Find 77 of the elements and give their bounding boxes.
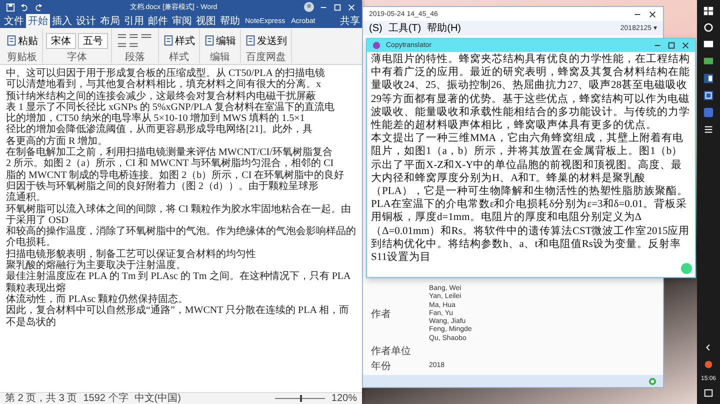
document-text-line: 归因于铁与环氧树脂之间的良好附着力（图 2（d））。由于颗粒呈球形 [6, 180, 320, 192]
zoom-slider-thumb[interactable] [300, 395, 302, 402]
menu-item[interactable]: 工具(T) [388, 21, 422, 35]
ribbon-tab[interactable]: 开始 [26, 14, 50, 28]
menu-item[interactable]: 帮助(H) [427, 21, 462, 35]
document-text-line: 各更高的方面 R 增加。 [6, 136, 108, 147]
word-count: 1592 个字 [83, 393, 128, 404]
font-dropdown[interactable]: 宋体 [46, 32, 76, 48]
ribbon-button[interactable]: 粘贴 [5, 34, 39, 48]
page-count: 第 2 页，共 3 页 [5, 393, 78, 404]
translation-paragraph: 本文提出了一种三维MMA，它由六角蜂窝组成，其壁上附着有电阻片，如图1（a，b）所示，并将其放置在金属背板上。图1（b）示出了平面X-Z和X-Y中的单位晶胞的前视图和顶视图。高度、最大内径和蜂窝厚度分别为H、A和T。蜂巢的材料是聚乳酸（PLA），它是一种可生物降解和生物活性的热塑性脂肪族聚酯。PLA在室温下的介电常数ε和介电损耗δ分别为ε=3和δ=0.01。背板采用铜板，厚度d=1mm。电阻片的厚度和电阻分别定义为Δ（Δ=0.01mm）和Rs。将软件中的遗传算法CST微波工作室2015应用到结构优化中。将结构参数h、a、t和电阻值Rs设为变量。反射率S11设置为目 [371, 132, 691, 264]
ribbon-group-label: 样式 [168, 52, 190, 63]
document-text-line: 径比的增加会降低渗流阈值，从而更容易形成导电网络[21]。此外，具 [6, 124, 314, 136]
app-icon [372, 41, 381, 50]
ribbon-button[interactable]: 发送到 [244, 34, 288, 48]
document-icon [204, 35, 215, 46]
document-text-line: 最佳注射温度应在 PLA 的 Tm 到 PLAsc 的 Tm 之间。在这种情况下，只有 PLA 颗粒表现出熔 [6, 271, 352, 294]
ribbon-group-label: 百度网盘 [245, 52, 287, 63]
document-app-icon[interactable] [703, 90, 714, 101]
document-text-line: 因此，复合材料中可以自然形成“通路”，MWCNT 只分散在连续的 PLA 相，而不是岛状的 [6, 305, 350, 328]
ribbon-group-label: 字体 [66, 52, 88, 63]
ribbon-tab[interactable]: 文件 [2, 14, 26, 28]
list-icon[interactable] [703, 124, 714, 135]
language-label: 中文(中国) [134, 393, 181, 404]
document-text-line: 可以清楚地看到，与其他复合材料相比，填充材料之间有很大的分离。x [6, 79, 322, 90]
ribbon-button[interactable]: 样式 [162, 34, 196, 48]
document-text-line: 在制备电解加工之前，利用扫描电镜测量来评估 MWCNT/CI/环氧树脂复合 [6, 147, 334, 158]
document-text-line: 预计纳米结构之间的连接会减少，这最终会对复合材料内电磁干扰屏蔽 [6, 90, 316, 102]
ribbon-group-label: 编辑 [209, 52, 231, 63]
app-icon[interactable] [703, 107, 714, 118]
document-text-line: 和较高的操作温度，消除了环氧树脂中的气泡。作为绝缘体的气泡会影响样品的介电损耗。 [6, 226, 356, 248]
maximize-icon[interactable] [667, 41, 676, 50]
font-dropdown[interactable]: 五号 [78, 32, 108, 48]
save-icon[interactable] [6, 2, 15, 12]
ribbon-tab[interactable]: 设计 [74, 14, 98, 28]
ribbon-tab[interactable]: 引用 [122, 14, 146, 28]
share-button[interactable]: 共享 [340, 14, 360, 28]
document-text-line: 体流动性，而 PLAsc 颗粒仍然保持固态。 [6, 294, 190, 305]
document-text-line: 2 所示。如图 2（a）所示，CI 和 MWCNT 与环氧树脂均匀混合，相邻的 CI [6, 158, 335, 170]
undo-icon[interactable] [20, 2, 29, 12]
document-text-line: 聚乳酸的熔融行为主要取决于注射温度。 [6, 260, 186, 272]
ribbon-group-label: 剪贴板 [6, 52, 38, 63]
document-text-line: 环氧树脂可以流入球体之间的间隙，将 CI 颗粒作为胶水牢固地粘合在一起。由于采用了 OSD [6, 204, 352, 226]
ribbon-tab[interactable]: 插入 [50, 14, 74, 28]
close-icon[interactable] [648, 10, 657, 18]
windows-start-icon[interactable] [703, 5, 714, 16]
document-text-line: 扫描电镜形貌表明，制备工艺可以保证复合材料的均匀性 [6, 248, 257, 260]
avatar-icon[interactable] [304, 2, 314, 12]
ribbon-tab[interactable]: 布局 [98, 14, 122, 28]
document-text-line: 表 1 显示了不同长径比 xGNPs 的 5%xGNP/PLA 复合材料在室温下的直流电 [6, 102, 336, 113]
ribbon-tab[interactable]: 视图 [194, 14, 218, 28]
ribbon-tab[interactable]: 邮件 [146, 14, 170, 28]
search-icon[interactable] [703, 22, 714, 33]
ribbon-tab[interactable]: 帮助 [218, 14, 242, 28]
field-label: 年份 [371, 360, 392, 373]
ribbon-tab[interactable]: 审阅 [170, 14, 194, 28]
menu-item[interactable]: (S) [369, 22, 382, 34]
ribbon-button[interactable]: 编辑 [203, 34, 237, 48]
ribbon-group-label: 段落 [124, 52, 146, 63]
document-icon [6, 35, 17, 46]
close-icon[interactable] [681, 41, 690, 50]
redo-icon[interactable] [34, 2, 43, 12]
word-app-icon[interactable] [703, 73, 714, 84]
document-text-line: 中。这可以归因于用于形成复合板的压缩成型。从 CT50/PLA 的扫描电镜 [6, 68, 326, 79]
field-label: 作者单位 [371, 344, 412, 358]
zoom-level: 120% [331, 393, 357, 404]
translation-paragraph: 薄电阻片的特性。蜂窝夹芯结构具有优良的力学性能，在工程结构中有着广泛的应用。最近的研究表明，蜂窝及其复合材料结构在能量吸收24、25、振动控制26、热屈曲抗力27、吸声28甚至电磁吸收29等方面都有显著的优势。基于这些优点，蜂窝结构可以作为电磁波吸收、能量吸收和承载性能相结合的多功能设计。与传统的力学性能差的超材料吸声体相比，蜂窝吸声体具有更多的优点。 [371, 53, 691, 132]
document-icon [163, 35, 174, 46]
document-text-line: 脂的 MWCNT 制成的导电桥连接。如图 2（b）所示，CI 在环氧树脂中的良好 [6, 170, 346, 181]
monitor-icon[interactable] [703, 56, 714, 67]
field-label: 作者 [371, 308, 392, 321]
notification-icon[interactable] [703, 388, 714, 399]
document-text-line: 流通积。 [6, 192, 47, 204]
document-icon [245, 35, 256, 46]
document-text-line: 比的增加，CT50 纳米的电导率从 5×10-10 增加到 MWS 填料的 1.5×1 [6, 113, 305, 124]
tray-app-icon[interactable] [703, 359, 714, 370]
status-dot-icon[interactable] [681, 263, 692, 274]
